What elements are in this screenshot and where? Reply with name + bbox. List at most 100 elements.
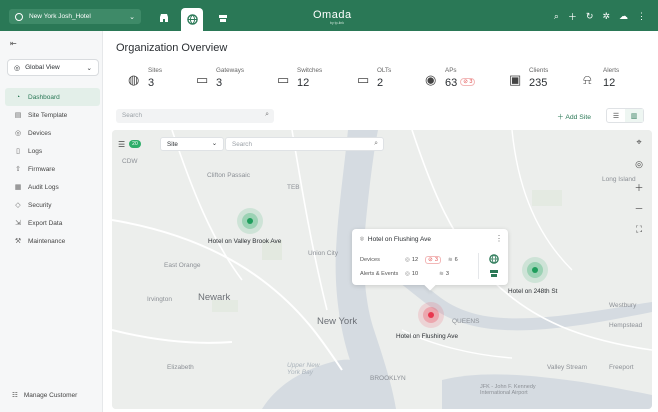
site-marker-label: Hotel on Valley Brook Ave (208, 238, 282, 245)
popup-divider (478, 253, 479, 279)
stat-label: OLTs (377, 67, 392, 74)
more-icon[interactable]: ⋮ (495, 234, 503, 243)
zoom-out-button[interactable]: － (632, 202, 646, 215)
sidebar-item-label: Logs (28, 147, 43, 155)
global-view-selector[interactable]: ◎ Global View ⌄ (7, 59, 99, 76)
main-content: Organization Overview ◍ Sites 3 ▭ Gatewa… (104, 31, 658, 412)
map-search-input[interactable]: Search ⌕ (225, 137, 384, 151)
plus-icon[interactable]: ＋ (568, 10, 577, 23)
router-icon (490, 270, 498, 277)
events-icon: ≋ (439, 271, 444, 277)
sidebar-item-devices[interactable]: ◎ Devices (5, 124, 100, 142)
locate-icon[interactable]: ⌖ (632, 137, 646, 148)
site-popup: ⌾ Hotel on Flushing Ave ⋮ Devices ◎ 12 ⊘ 3 … (352, 229, 508, 285)
gear-icon[interactable]: ✲ (602, 11, 610, 22)
site-marker-valley-brook[interactable] (237, 208, 263, 234)
site-marker-label: Hotel on 248th St (508, 288, 558, 295)
sidebar-item-label: Firmware (28, 165, 56, 173)
collapse-sidebar-icon[interactable]: ⇤ (10, 39, 17, 48)
stat-value: 63 ⊘ 3 (445, 77, 476, 89)
alert-icon: ⍾ (583, 72, 592, 87)
map-label: BROOKLYN (370, 375, 406, 382)
devices-offline: ⊘ 3 (425, 256, 441, 264)
location-icon: ◎ (14, 64, 21, 72)
site-selector[interactable]: New York Josh_Hotel ⌄ (9, 9, 141, 24)
sidebar-item-audit-logs[interactable]: ▦ Audit Logs (5, 178, 100, 196)
popup-devices-row: Devices ◎ 12 ⊘ 3 ≋ 6 (360, 256, 465, 264)
cloud-icon[interactable]: ☁ (619, 11, 628, 22)
fullscreen-icon[interactable]: ⛶ (632, 224, 646, 235)
logo-text: Omada (313, 9, 352, 21)
devices-label: Devices (360, 257, 380, 263)
open-site-button[interactable] (488, 253, 500, 265)
page-title: Organization Overview (116, 42, 228, 54)
top-bar: New York Josh_Hotel ⌄ Omada by tp-link ⌕… (0, 0, 658, 31)
map-label: Westbury (609, 302, 637, 309)
map-label: TEB (287, 184, 300, 191)
devices-icon: ◎ (405, 257, 410, 263)
map-label: QUEENS (452, 318, 480, 325)
sidebar-item-security[interactable]: ◇ Security (5, 196, 100, 214)
devices-offline-value: 3 (434, 257, 438, 263)
sidebar-item-firmware[interactable]: ⇧ Firmware (5, 160, 100, 178)
site-marker-flushing[interactable] (418, 302, 444, 328)
manage-customer-icon: ☷ (12, 392, 18, 399)
map-label: JFK - John F. Kennedy International Airp… (480, 384, 536, 396)
map-label: Newark (198, 292, 231, 303)
events-count-value: 3 (445, 271, 449, 277)
omada-logo: Omada by tp-link (313, 9, 352, 25)
site-devices-button[interactable] (488, 267, 500, 279)
location-icon: ⌾ (360, 236, 364, 243)
alerts-count-value: 10 (411, 271, 419, 277)
list-view-icon[interactable]: ☰ (607, 109, 625, 122)
stat-label: Switches (297, 67, 323, 74)
sidebar-item-dashboard[interactable]: ◔ Dashboard (5, 88, 100, 106)
globe-icon (186, 14, 198, 25)
sidebar-item-maintenance[interactable]: ⚒ Maintenance (5, 232, 100, 250)
map-filter-value: Site (167, 141, 178, 148)
sidebar-item-site-template[interactable]: ▤ Site Template (5, 106, 100, 124)
map-view-icon[interactable]: ▥ (625, 109, 643, 122)
site-marker-248th[interactable] (522, 257, 548, 283)
stat-label: Clients (529, 67, 549, 74)
site-search-input[interactable]: Search ⌕ (116, 109, 274, 123)
offline-icon: ⊘ (428, 257, 433, 263)
map-label: CDW (122, 158, 138, 165)
refresh-icon[interactable]: ↻ (586, 11, 594, 22)
popup-alerts-row: Alerts & Events ◎ 10 ≋ 3 (360, 271, 456, 277)
tab-store[interactable] (153, 8, 175, 28)
sidebar-item-export-data[interactable]: ⇲ Export Data (5, 214, 100, 232)
stat-label: APs (445, 67, 457, 74)
more-icon[interactable]: ⋮ (637, 11, 646, 22)
search-icon: ⌕ (374, 140, 378, 147)
stat-value: 3 (216, 77, 223, 89)
map-label: Long Island (602, 176, 636, 183)
wrench-icon: ⚒ (14, 238, 22, 245)
map-filter-select[interactable]: Site ⌄ (160, 137, 224, 151)
map-label: Union City (308, 250, 338, 257)
sidebar-item-label: Dashboard (28, 93, 60, 101)
manage-customer-button[interactable]: ☷ Manage Customer (12, 391, 77, 400)
map-list-toggle[interactable]: ☰ 20 (118, 136, 141, 152)
map-search-placeholder: Search (232, 141, 252, 148)
map-label: Freeport (609, 364, 634, 371)
add-site-button[interactable]: ＋ Add Site (557, 111, 591, 121)
stats-bar: ◍ Sites 3 ▭ Gateways 3 ▭ Switches 12 ▭ O… (128, 67, 648, 93)
location-icon: ◍ (128, 72, 140, 87)
search-icon[interactable]: ⌕ (554, 11, 559, 22)
sidebar-item-label: Maintenance (28, 237, 66, 245)
map-label: Elizabeth (167, 364, 194, 371)
target-icon[interactable]: ◎ (632, 159, 646, 170)
site-map[interactable]: ☰ 20 Site ⌄ Search ⌕ ⌖ ◎ ＋ － ⛶ CDW Clift… (112, 130, 652, 409)
firmware-icon: ⇧ (15, 166, 21, 173)
store-icon (160, 14, 168, 22)
sidebar-item-label: Site Template (28, 111, 68, 119)
map-label: East Orange (164, 262, 201, 269)
tab-globe[interactable] (181, 8, 203, 31)
tab-router[interactable] (212, 8, 234, 28)
router-icon (219, 15, 227, 22)
list-icon: ☰ (118, 139, 126, 149)
ap-icon: ≋ (447, 257, 453, 263)
globe-icon (489, 254, 499, 264)
sidebar-item-logs[interactable]: ▯ Logs (5, 142, 100, 160)
